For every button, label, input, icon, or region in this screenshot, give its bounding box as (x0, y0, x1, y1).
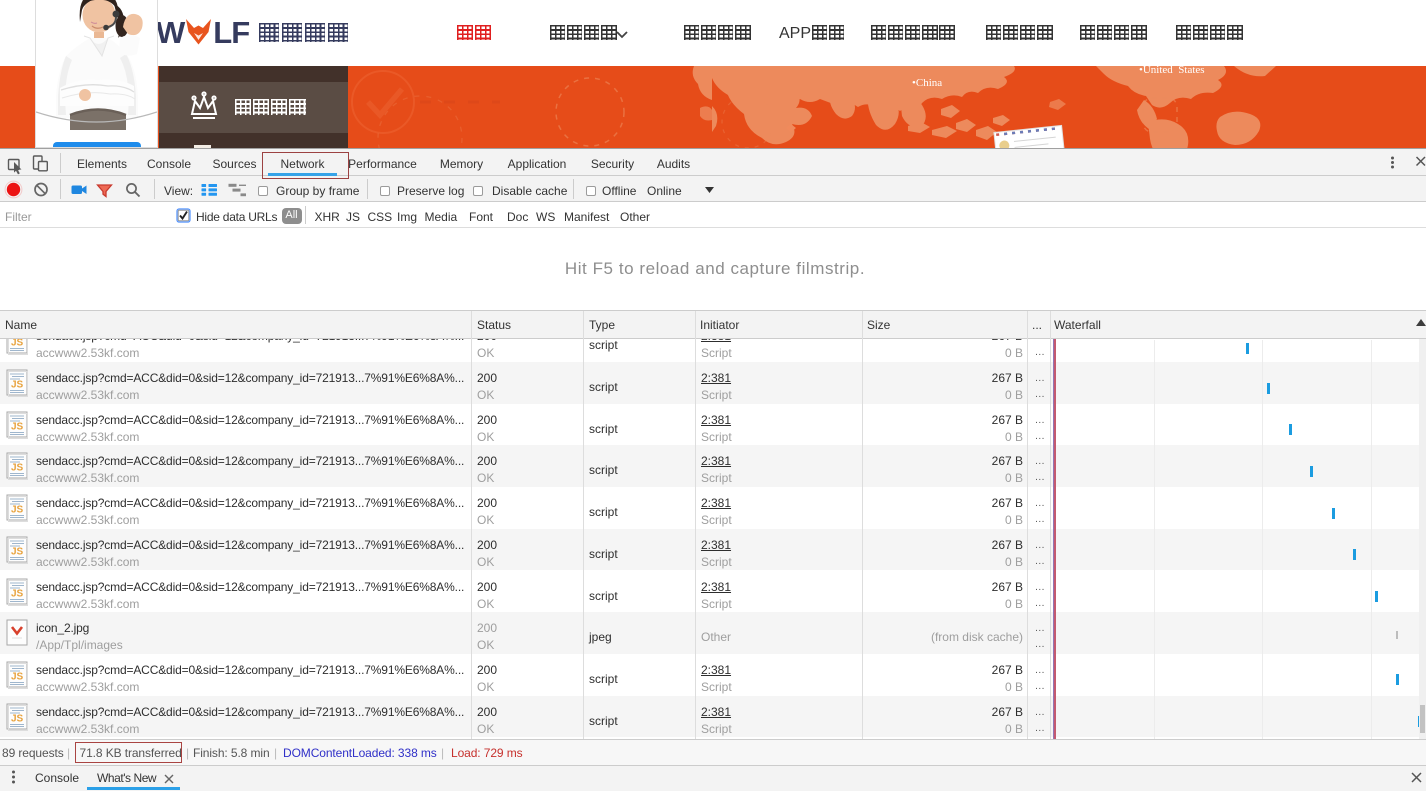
svg-text:JS: JS (11, 546, 24, 557)
svg-text:JS: JS (11, 671, 24, 682)
svg-text:JS: JS (11, 713, 24, 724)
svg-text:•China: •China (912, 77, 942, 89)
svg-text:JS: JS (11, 463, 24, 474)
svg-text:JS: JS (11, 380, 24, 391)
svg-text:JS: JS (11, 339, 24, 349)
svg-text:JS: JS (11, 588, 24, 599)
svg-text:JS: JS (11, 421, 24, 432)
svg-text:JS: JS (11, 505, 24, 516)
svg-text:•United States: •United States (1139, 66, 1205, 76)
